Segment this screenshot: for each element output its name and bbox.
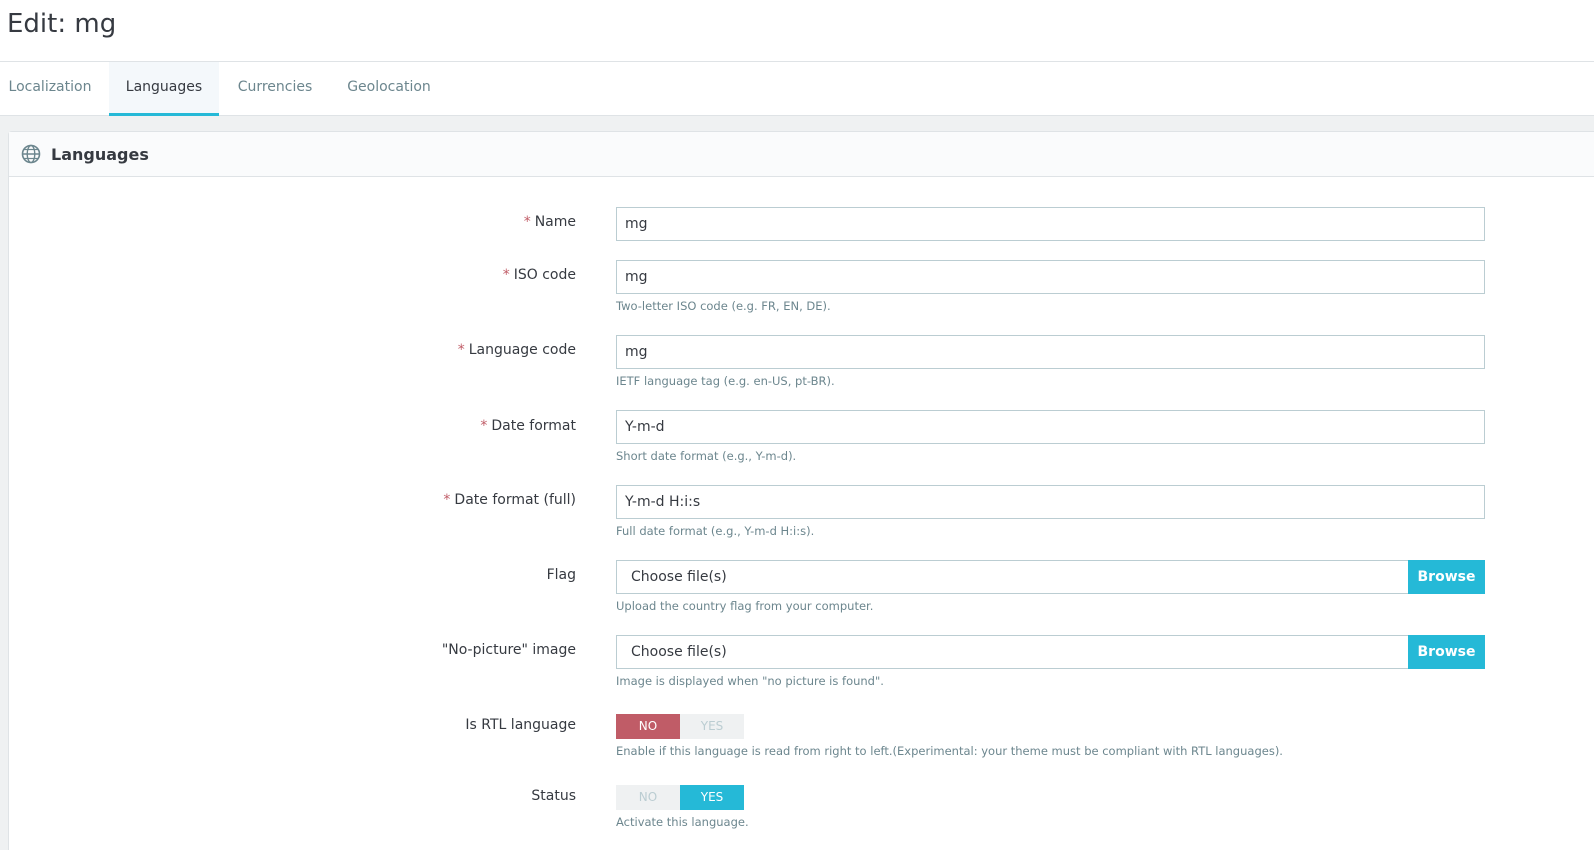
status-help: Activate this language. [616, 815, 749, 829]
globe-icon [21, 144, 41, 164]
date-format-help: Short date format (e.g., Y-m-d). [616, 449, 797, 463]
tab-localization[interactable]: Localization [0, 62, 100, 116]
iso-code-label: * ISO code [503, 267, 576, 283]
status-no-option[interactable]: NO [616, 785, 680, 810]
iso-code-help: Two-letter ISO code (e.g. FR, EN, DE). [616, 299, 831, 313]
page-header: Edit: mg [0, 0, 1594, 62]
no-picture-help: Image is displayed when "no picture is f… [616, 674, 884, 688]
date-format-full-label-text: Date format (full) [454, 492, 576, 508]
iso-code-input[interactable] [616, 260, 1485, 294]
name-label-text: Name [534, 214, 576, 230]
no-picture-browse-button[interactable]: Browse [1408, 635, 1485, 669]
no-picture-file-input[interactable]: Choose file(s) [616, 635, 1409, 669]
name-input[interactable] [616, 207, 1485, 241]
language-code-label-text: Language code [468, 342, 576, 358]
date-format-label: * Date format [480, 418, 576, 434]
date-format-label-text: Date format [491, 418, 576, 434]
status-yes-option[interactable]: YES [680, 785, 744, 810]
tab-geolocation[interactable]: Geolocation [340, 62, 438, 116]
tab-languages[interactable]: Languages [109, 62, 219, 116]
rtl-yes-option[interactable]: YES [680, 714, 744, 739]
panel-header: Languages [9, 132, 1594, 177]
flag-label: Flag [546, 567, 576, 583]
required-mark: * [457, 342, 465, 358]
language-code-input[interactable] [616, 335, 1485, 369]
date-format-full-label: * Date format (full) [443, 492, 576, 508]
language-code-help: IETF language tag (e.g. en-US, pt-BR). [616, 374, 835, 388]
status-toggle: NO YES [616, 785, 744, 810]
rtl-help: Enable if this language is read from rig… [616, 744, 1283, 758]
date-format-full-help: Full date format (e.g., Y-m-d H:i:s). [616, 524, 815, 538]
rtl-label: Is RTL language [465, 717, 576, 733]
flag-browse-button[interactable]: Browse [1408, 560, 1485, 594]
tab-currencies[interactable]: Currencies [229, 62, 321, 116]
date-format-full-input[interactable] [616, 485, 1485, 519]
required-mark: * [443, 492, 451, 508]
tab-bar: Localization Languages Currencies Geoloc… [0, 62, 1594, 116]
name-label: * Name [524, 214, 576, 230]
no-picture-label: "No-picture" image [441, 642, 576, 658]
panel-title: Languages [51, 145, 149, 164]
rtl-no-option[interactable]: NO [616, 714, 680, 739]
flag-help: Upload the country flag from your comput… [616, 599, 874, 613]
language-code-label: * Language code [458, 342, 576, 358]
status-label: Status [531, 788, 576, 804]
page-title: Edit: mg [7, 9, 117, 39]
iso-code-label-text: ISO code [513, 267, 576, 283]
required-mark: * [480, 418, 488, 434]
required-mark: * [523, 214, 531, 230]
flag-file-input[interactable]: Choose file(s) [616, 560, 1409, 594]
date-format-input[interactable] [616, 410, 1485, 444]
rtl-toggle: NO YES [616, 714, 744, 739]
required-mark: * [502, 267, 510, 283]
